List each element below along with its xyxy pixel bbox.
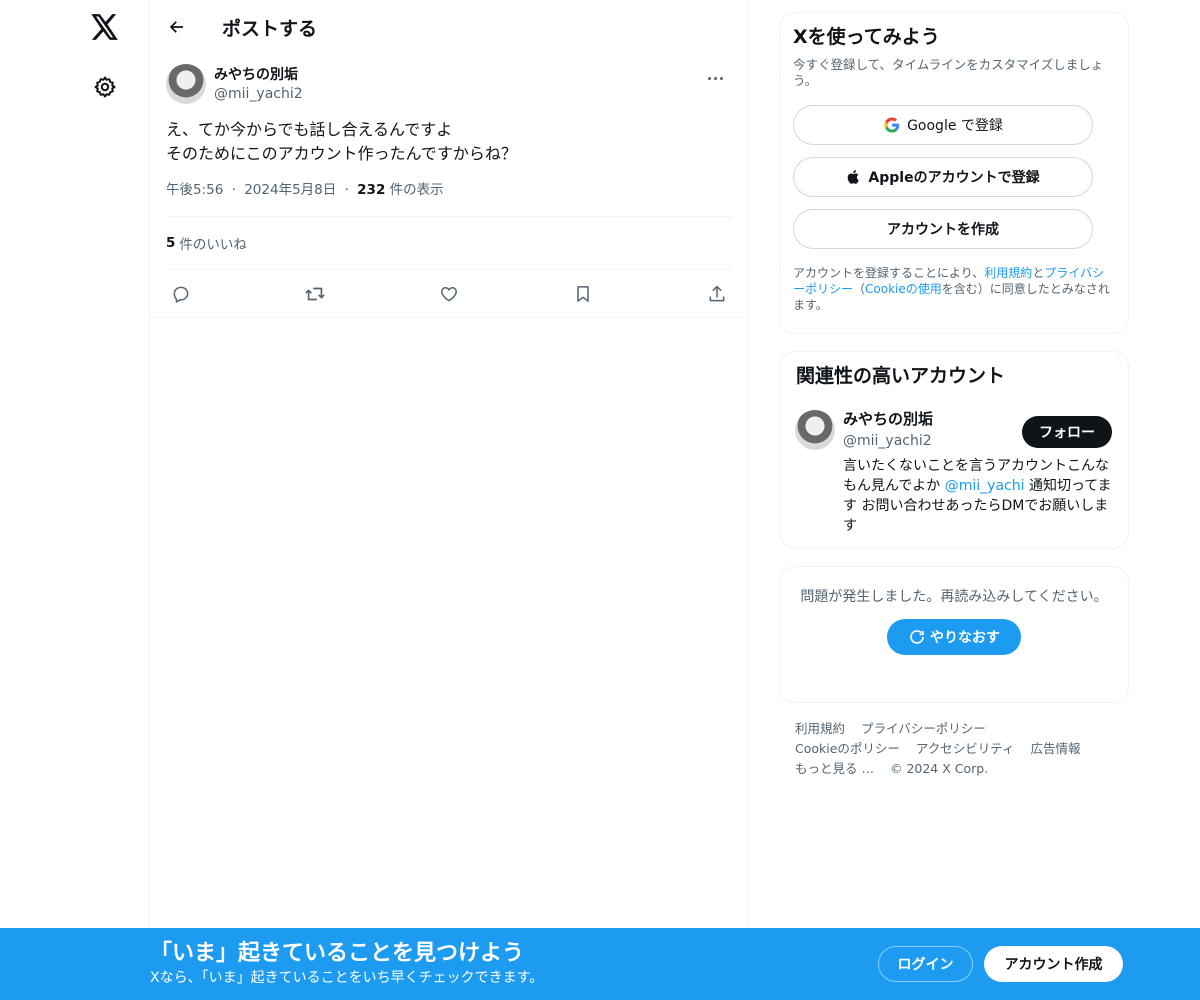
footer-link-privacy[interactable]: プライバシーポリシー	[861, 721, 986, 736]
post-time[interactable]: 午後5:56	[166, 182, 223, 198]
meta-separator: ·	[344, 182, 349, 198]
reply-icon[interactable]	[170, 283, 192, 305]
retry-button[interactable]: やりなおす	[887, 619, 1021, 655]
copyright: © 2024 X Corp.	[889, 761, 989, 776]
google-icon	[883, 116, 901, 134]
more-options-icon[interactable]	[698, 66, 732, 90]
cookie-link[interactable]: Cookieの使用	[865, 282, 942, 296]
x-logo-icon[interactable]	[88, 10, 122, 44]
related-bio: 言いたくないことを言うアカウントこんなもん見んでよか @mii_yachi 通知…	[843, 456, 1112, 536]
legal-and: と	[1032, 266, 1045, 280]
related-title: 関連性の高いアカウント	[796, 365, 1006, 387]
post-text: え、てか今からでも話し合えるんですよ そのためにこのアカウント作ったんですからね…	[166, 120, 517, 163]
signup-button[interactable]: アカウント作成	[984, 946, 1123, 982]
signup-subtitle: 今すぐ登録して、タイムラインをカスタマイズしましょう。	[793, 57, 1104, 88]
right-sidebar: Xを使ってみよう 今すぐ登録して、タイムラインをカスタマイズしましょう。 Goo…	[779, 0, 1129, 779]
create-account-button[interactable]: アカウントを作成	[793, 209, 1093, 249]
post-author: みやちの別垢 @mii_yachi2	[166, 64, 732, 104]
terms-link[interactable]: 利用規約	[984, 266, 1032, 280]
related-accounts-card: 関連性の高いアカウント みやちの別垢 @mii_yachi2 言いたくないことを…	[779, 351, 1129, 549]
arrow-left-icon[interactable]	[160, 10, 194, 44]
create-account-label: アカウントを作成	[887, 222, 999, 238]
login-button[interactable]: ログイン	[878, 946, 973, 982]
signup-card: Xを使ってみよう 今すぐ登録して、タイムラインをカスタマイズしましょう。 Goo…	[779, 12, 1129, 334]
legal-paren: （	[853, 282, 866, 296]
legal-prefix: アカウントを登録することにより、	[793, 266, 985, 280]
avatar[interactable]	[166, 64, 206, 104]
footer-link-ads[interactable]: 広告情報	[1031, 741, 1081, 756]
footer-link-terms[interactable]: 利用規約	[795, 721, 845, 736]
author-handle[interactable]: @mii_yachi2	[214, 84, 303, 104]
left-nav	[0, 0, 150, 1000]
footer-links: 利用規約 プライバシーポリシー Cookieのポリシー アクセシビリティ 広告情…	[779, 719, 1099, 779]
related-account[interactable]: みやちの別垢 @mii_yachi2 言いたくないことを言うアカウントこんなもん…	[795, 410, 1112, 536]
legal-text: アカウントを登録することにより、利用規約とプライバシーポリシー（Cookieの使…	[793, 265, 1112, 313]
google-signup-label: Google で登録	[907, 118, 1003, 134]
footer-link-more[interactable]: もっと見る …	[795, 761, 874, 776]
main-column: ポストする みやちの別垢 @mii_yachi2 え、てか今からでも話し合えるん…	[150, 0, 749, 1000]
views-count: 232	[357, 182, 386, 198]
post-meta: 午後5:56 · 2024年5月8日 · 232 件の表示	[166, 180, 732, 200]
banner-title: 「いま」起きていることを見つけよう	[150, 941, 525, 966]
follow-button[interactable]: フォロー	[1022, 416, 1112, 448]
meta-separator: ·	[231, 182, 236, 198]
google-signup-button[interactable]: Google で登録	[793, 105, 1093, 145]
retweet-icon[interactable]	[304, 283, 326, 305]
apple-signup-label: Appleのアカウントで登録	[868, 170, 1040, 186]
page-header: ポストする	[150, 0, 748, 54]
likes-label: 件のいいね	[179, 237, 247, 253]
views-label: 件の表示	[389, 182, 444, 198]
author-name[interactable]: みやちの別垢	[214, 66, 303, 84]
avatar[interactable]	[795, 410, 835, 450]
bottom-banner: 「いま」起きていることを見つけよう Xなら、「いま」起きていることをいち早くチェ…	[0, 928, 1200, 1000]
gear-icon[interactable]	[90, 72, 120, 102]
refresh-icon	[908, 628, 926, 646]
error-card: 問題が発生しました。再読み込みしてください。 やりなおす	[779, 566, 1129, 703]
error-message: 問題が発生しました。再読み込みしてください。	[800, 589, 1108, 605]
footer-link-cookie[interactable]: Cookieのポリシー	[795, 741, 900, 756]
signup-title: Xを使ってみよう	[793, 26, 940, 48]
page-title: ポストする	[222, 17, 318, 40]
retry-label: やりなおす	[930, 630, 1000, 646]
post-actions	[166, 269, 732, 317]
post-detail: みやちの別垢 @mii_yachi2 え、てか今からでも話し合えるんですよ その…	[150, 64, 748, 317]
bio-mention-link[interactable]: @mii_yachi	[945, 478, 1025, 494]
banner-subtitle: Xなら、「いま」起きていることをいち早くチェックできます。	[150, 970, 544, 986]
likes-count: 5	[166, 235, 176, 251]
share-icon[interactable]	[706, 283, 728, 305]
likes-row[interactable]: 5 件のいいね	[166, 217, 732, 269]
post-date[interactable]: 2024年5月8日	[244, 182, 336, 198]
footer-link-accessibility[interactable]: アクセシビリティ	[916, 741, 1015, 756]
apple-signup-button[interactable]: Appleのアカウントで登録	[793, 157, 1093, 197]
like-icon[interactable]	[438, 283, 460, 305]
author-names: みやちの別垢 @mii_yachi2	[214, 66, 303, 104]
apple-icon	[846, 168, 862, 186]
bookmark-icon[interactable]	[572, 283, 594, 305]
divider	[150, 317, 748, 318]
